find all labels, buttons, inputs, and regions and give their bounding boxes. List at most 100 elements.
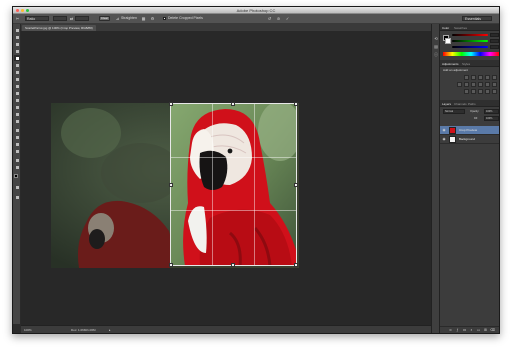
new-group-icon[interactable]: ▭ [476, 328, 481, 333]
foreground-color-swatch[interactable] [14, 174, 18, 178]
new-adjustment-layer-icon[interactable]: ◐ [469, 328, 474, 333]
gradient-map-icon[interactable] [485, 89, 490, 94]
crop-handle-bottom-left[interactable] [169, 263, 173, 267]
tab-color[interactable]: Color [442, 25, 449, 31]
invert-icon[interactable] [464, 89, 469, 94]
tab-paths[interactable]: Paths [468, 101, 476, 107]
type-tool[interactable] [14, 134, 20, 140]
crop-tool[interactable] [14, 55, 20, 61]
photoshop-window: Adobe Photoshop CC ✂ Ratio ⇄ Clear ⊿ Str… [12, 6, 500, 334]
threshold-icon[interactable] [478, 89, 483, 94]
path-selection-tool[interactable] [14, 141, 20, 147]
tab-styles[interactable]: Styles [462, 61, 470, 67]
black-white-icon[interactable] [471, 82, 476, 87]
blend-mode-dropdown[interactable]: Normal [443, 109, 465, 114]
pen-tool[interactable] [14, 127, 20, 133]
crop-handle-bottom[interactable] [231, 263, 235, 267]
eyedropper-tool[interactable] [14, 62, 20, 68]
layer-visibility-eye-icon[interactable]: ◉ [442, 137, 446, 141]
document-canvas[interactable] [21, 31, 431, 325]
quick-mask-tool[interactable] [14, 184, 20, 190]
clone-stamp-tool[interactable] [14, 83, 20, 89]
blue-slider[interactable] [452, 46, 488, 48]
swap-icon[interactable]: ⇄ [69, 16, 74, 21]
channel-mixer-icon[interactable] [485, 82, 490, 87]
link-layers-icon[interactable]: ∞ [448, 328, 453, 333]
ratio-dropdown[interactable]: Ratio [25, 16, 49, 21]
clear-button[interactable]: Clear [99, 16, 110, 21]
layer-thumbnail [449, 136, 456, 143]
shape-tool[interactable] [14, 148, 20, 154]
window-title: Adobe Photoshop CC [236, 8, 276, 13]
layer-row-background[interactable]: ◉ Background [440, 135, 499, 144]
title-bar: Adobe Photoshop CC [13, 7, 499, 14]
blur-tool[interactable] [14, 111, 20, 117]
crop-tool-preset-icon[interactable]: ✂ [15, 16, 20, 21]
screen-mode-tool[interactable] [14, 194, 20, 200]
color-lookup-icon[interactable] [492, 82, 497, 87]
vibrance-icon[interactable] [492, 75, 497, 80]
opacity-field[interactable]: 100% [484, 109, 499, 114]
lasso-tool[interactable] [14, 41, 20, 47]
blue-value-field[interactable] [490, 45, 499, 49]
color-panel-background[interactable] [445, 38, 451, 44]
layer-visibility-eye-icon[interactable]: ◉ [442, 128, 446, 132]
photo-filter-icon[interactable] [478, 82, 483, 87]
curves-icon[interactable] [478, 75, 483, 80]
fill-field[interactable]: 100% [484, 116, 499, 121]
hue-saturation-icon[interactable] [457, 82, 462, 87]
history-brush-tool[interactable] [14, 90, 20, 96]
crop-handle-right[interactable] [294, 183, 298, 187]
green-slider[interactable] [452, 40, 488, 42]
reset-icon[interactable]: ↺ [267, 16, 272, 21]
marquee-tool[interactable] [14, 34, 20, 40]
brush-tool[interactable] [14, 76, 20, 82]
zoom-level[interactable]: 100% [24, 328, 32, 333]
color-spectrum-ramp[interactable] [443, 52, 499, 56]
tab-swatches[interactable]: Swatches [454, 25, 467, 31]
zoom-tool[interactable] [14, 164, 20, 170]
height-field[interactable] [75, 16, 89, 21]
tab-adjustments[interactable]: Adjustments [442, 61, 459, 67]
red-value-field[interactable] [490, 33, 499, 37]
red-slider[interactable] [452, 34, 488, 36]
workspace-switcher[interactable]: Essentials [462, 16, 492, 21]
hand-tool[interactable] [14, 157, 20, 163]
status-menu-arrow-icon[interactable]: ▸ [109, 328, 111, 333]
crop-handle-top[interactable] [231, 102, 235, 106]
delete-cropped-checkbox[interactable] [163, 17, 166, 20]
tab-layers[interactable]: Layers [442, 101, 451, 107]
crop-handle-bottom-right[interactable] [294, 263, 298, 267]
posterize-icon[interactable] [471, 89, 476, 94]
selective-color-icon[interactable] [492, 89, 497, 94]
delete-layer-icon[interactable]: ⌫ [490, 328, 495, 333]
width-field[interactable] [53, 16, 67, 21]
color-balance-icon[interactable] [464, 82, 469, 87]
crop-handle-top-right[interactable] [294, 102, 298, 106]
brightness-contrast-icon[interactable] [464, 75, 469, 80]
move-tool[interactable] [14, 27, 20, 33]
eraser-tool[interactable] [14, 97, 20, 103]
crop-bounding-box[interactable] [169, 102, 298, 267]
add-mask-icon[interactable]: ◘ [462, 328, 467, 333]
fill-label: Fill: [474, 117, 478, 120]
levels-icon[interactable] [471, 75, 476, 80]
crop-settings-gear-icon[interactable]: ⚙ [150, 16, 155, 21]
dodge-tool[interactable] [14, 118, 20, 124]
layer-row-crop-preview[interactable]: ◉ Crop Preview [440, 126, 499, 135]
color-panel-tabs: Color Swatches [440, 24, 499, 31]
commit-crop-icon[interactable]: ✓ [285, 16, 290, 21]
gradient-tool[interactable] [14, 104, 20, 110]
healing-brush-tool[interactable] [14, 69, 20, 75]
crop-handle-left[interactable] [169, 183, 173, 187]
quick-selection-tool[interactable] [14, 48, 20, 54]
layer-style-icon[interactable]: ƒ [455, 328, 460, 333]
crop-handle-top-left[interactable] [169, 102, 173, 106]
cancel-crop-icon[interactable]: ⊘ [276, 16, 281, 21]
green-value-field[interactable] [490, 39, 499, 43]
tab-channels[interactable]: Channels [454, 101, 467, 107]
exposure-icon[interactable] [485, 75, 490, 80]
overlay-grid-icon[interactable]: ▦ [141, 16, 146, 21]
new-layer-icon[interactable]: ⊞ [483, 328, 488, 333]
straighten-icon[interactable]: ⊿ [115, 16, 120, 21]
